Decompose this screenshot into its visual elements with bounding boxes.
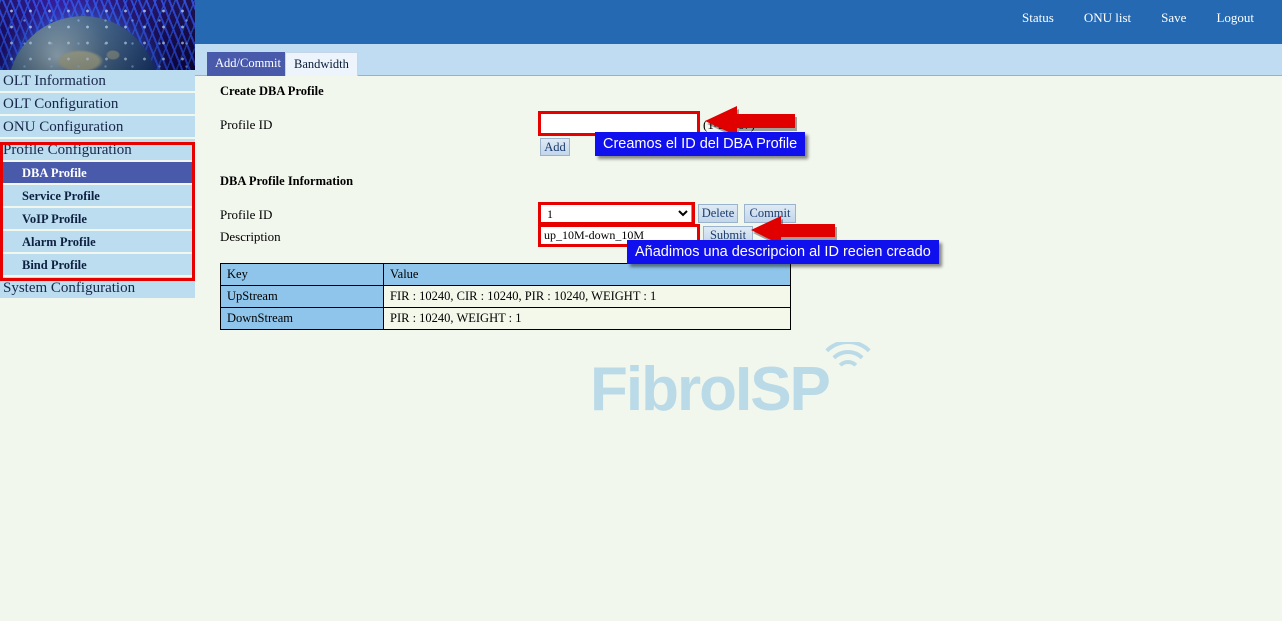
dba-profile-information-title: DBA Profile Information: [220, 174, 353, 189]
table-row: UpStreamFIR : 10240, CIR : 10240, PIR : …: [221, 286, 791, 308]
table-cell-key: UpStream: [221, 286, 384, 308]
table-cell-value: PIR : 10240, WEIGHT : 1: [384, 308, 791, 330]
brand-banner-image: [0, 0, 195, 70]
top-navigation-links: Status ONU list Save Logout: [1022, 10, 1254, 26]
table-header-row: Key Value: [221, 264, 791, 286]
description-label: Description: [220, 229, 281, 245]
topnav-logout[interactable]: Logout: [1216, 10, 1254, 26]
table-header-key: Key: [221, 264, 384, 286]
sidebar-item-service-profile[interactable]: Service Profile: [0, 185, 195, 208]
sidebar-item-olt-information[interactable]: OLT Information: [0, 70, 195, 93]
add-button[interactable]: Add: [540, 138, 570, 156]
topnav-onu-list[interactable]: ONU list: [1084, 10, 1131, 26]
banner-sheen-decoration: [0, 0, 195, 70]
sidebar-item-dba-profile[interactable]: DBA Profile: [0, 162, 195, 185]
create-profile-id-label: Profile ID: [220, 117, 272, 133]
top-header-bar: Status ONU list Save Logout: [195, 0, 1282, 44]
main-content: FibroISP Create DBA Profile Profile ID (…: [195, 76, 1282, 621]
sidebar-item-alarm-profile[interactable]: Alarm Profile: [0, 231, 195, 254]
topnav-save[interactable]: Save: [1161, 10, 1186, 26]
info-profile-id-label: Profile ID: [220, 207, 272, 223]
wifi-signal-icon: [816, 342, 880, 376]
tab-bandwidth[interactable]: Bandwidth: [285, 52, 358, 76]
topnav-status[interactable]: Status: [1022, 10, 1054, 26]
tab-add-commit[interactable]: Add/Commit: [207, 52, 289, 76]
main-navigation-menu: OLT InformationOLT ConfigurationONU Conf…: [0, 70, 195, 300]
sidebar-item-system-configuration[interactable]: System Configuration: [0, 277, 195, 300]
create-dba-profile-title: Create DBA Profile: [220, 84, 324, 99]
sidebar: OLT InformationOLT ConfigurationONU Conf…: [0, 0, 195, 621]
sidebar-item-onu-configuration[interactable]: ONU Configuration: [0, 116, 195, 139]
watermark-text: FibroISP: [590, 354, 829, 425]
sidebar-item-voip-profile[interactable]: VoIP Profile: [0, 208, 195, 231]
delete-button[interactable]: Delete: [698, 204, 738, 223]
tab-strip: Add/Commit Bandwidth: [195, 44, 1282, 76]
sidebar-item-profile-configuration[interactable]: Profile Configuration: [0, 139, 195, 162]
sidebar-item-bind-profile[interactable]: Bind Profile: [0, 254, 195, 277]
sidebar-item-olt-configuration[interactable]: OLT Configuration: [0, 93, 195, 116]
fibroisp-watermark: FibroISP: [590, 344, 990, 434]
table-cell-value: FIR : 10240, CIR : 10240, PIR : 10240, W…: [384, 286, 791, 308]
table-header-value: Value: [384, 264, 791, 286]
callout-create-id: Creamos el ID del DBA Profile: [595, 132, 805, 156]
dba-profile-values-table: Key Value UpStreamFIR : 10240, CIR : 102…: [220, 263, 791, 330]
table-cell-key: DownStream: [221, 308, 384, 330]
create-profile-id-input[interactable]: [540, 113, 698, 134]
profile-id-select[interactable]: 1: [540, 204, 692, 223]
table-row: DownStreamPIR : 10240, WEIGHT : 1: [221, 308, 791, 330]
callout-description: Añadimos una descripcion al ID recien cr…: [627, 240, 939, 264]
